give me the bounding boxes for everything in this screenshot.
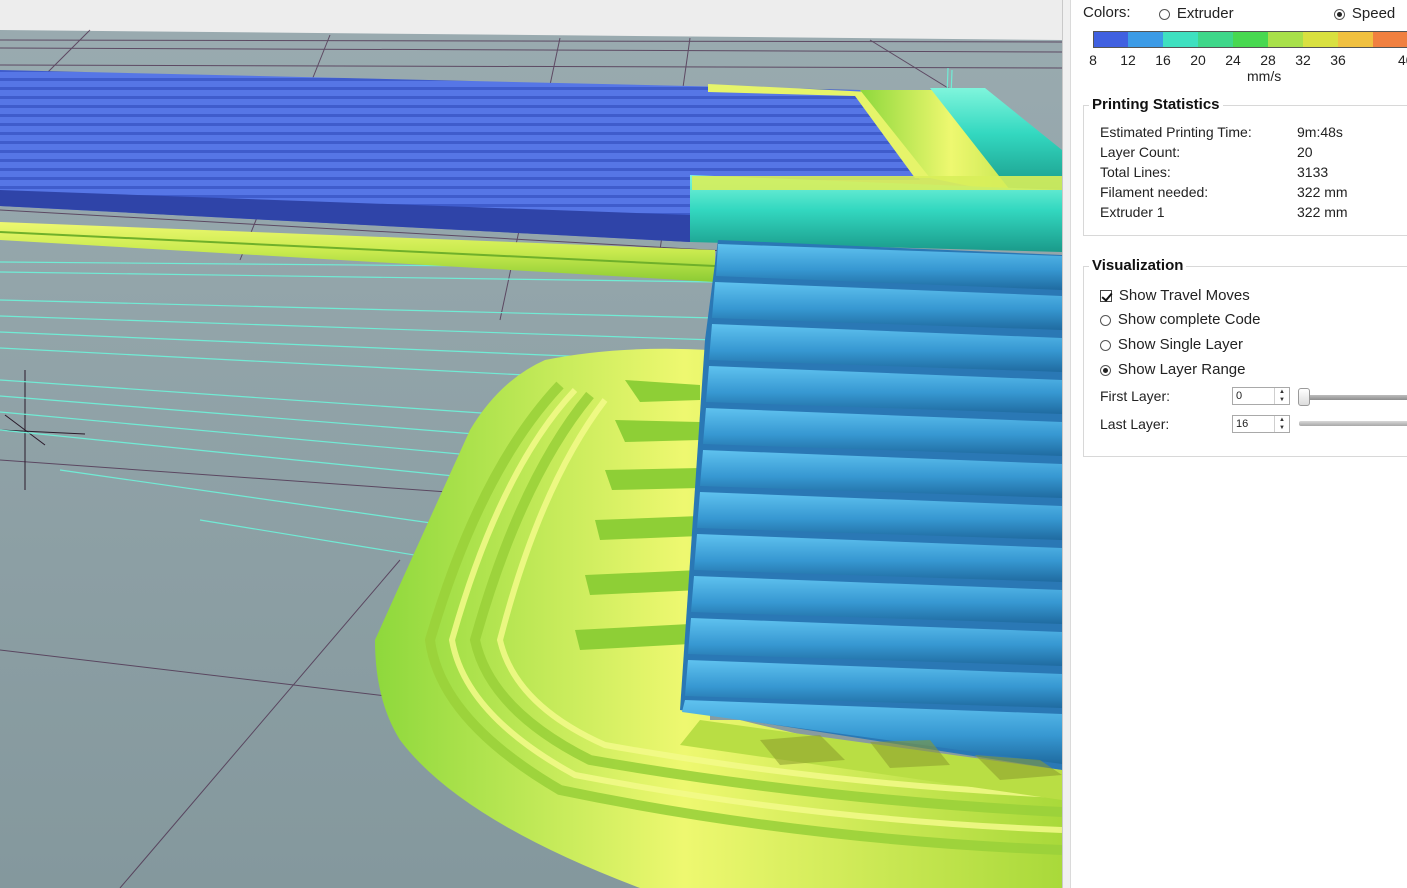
- scale-tick: 8: [1089, 52, 1097, 68]
- stat-label: Layer Count:: [1100, 144, 1181, 160]
- scale-tick: 20: [1190, 52, 1206, 68]
- scale-tick: 16: [1155, 52, 1171, 68]
- stat-label: Total Lines:: [1100, 164, 1171, 180]
- first-layer-slider[interactable]: [1299, 395, 1407, 400]
- show-travel-moves-option[interactable]: Show Travel Moves: [1100, 287, 1250, 304]
- stat-value: 322 mm: [1297, 184, 1348, 200]
- stat-value: 9m:48s: [1297, 124, 1343, 140]
- scale-border: [1093, 31, 1407, 48]
- printing-statistics-title: Printing Statistics: [1089, 96, 1223, 113]
- scale-tick: 36: [1330, 52, 1346, 68]
- scale-tick: 12: [1120, 52, 1136, 68]
- show-single-layer-label: Show Single Layer: [1117, 336, 1243, 353]
- last-layer-slider[interactable]: [1299, 421, 1407, 426]
- gcode-settings-panel: Colors: Extruder Speed 8 12 16 20 24 28 …: [1071, 0, 1407, 888]
- spin-up-icon[interactable]: ▲: [1275, 388, 1289, 396]
- scale-tick: 40: [1398, 52, 1407, 68]
- show-single-layer-option[interactable]: Show Single Layer: [1100, 336, 1243, 353]
- show-complete-code-label: Show complete Code: [1117, 311, 1261, 328]
- show-complete-code-option[interactable]: Show complete Code: [1100, 311, 1260, 328]
- first-layer-value: 0: [1236, 390, 1243, 402]
- scale-tick: 24: [1225, 52, 1241, 68]
- scale-unit: mm/s: [1247, 68, 1282, 84]
- stat-value: 3133: [1297, 164, 1329, 180]
- show-layer-range-radio[interactable]: [1100, 364, 1111, 376]
- show-single-layer-radio[interactable]: [1100, 339, 1111, 351]
- scale-tick: 28: [1260, 52, 1276, 68]
- speed-color-scale: 8 12 16 20 24 28 32 36 40 mm/s: [1071, 0, 1407, 90]
- stat-label: Estimated Printing Time:: [1100, 124, 1252, 140]
- last-layer-spinner[interactable]: 16 ▲ ▼: [1232, 415, 1290, 433]
- show-layer-range-label: Show Layer Range: [1117, 361, 1246, 378]
- last-layer-value: 16: [1236, 418, 1249, 430]
- panel-splitter[interactable]: [1062, 0, 1071, 888]
- last-layer-spin-arrows[interactable]: ▲ ▼: [1274, 416, 1289, 432]
- spin-down-icon[interactable]: ▼: [1275, 396, 1289, 404]
- first-layer-spin-arrows[interactable]: ▲ ▼: [1274, 388, 1289, 404]
- show-layer-range-option[interactable]: Show Layer Range: [1100, 361, 1245, 378]
- stat-label: Extruder 1: [1100, 204, 1165, 220]
- first-layer-slider-thumb[interactable]: [1298, 388, 1310, 406]
- stat-value: 20: [1297, 144, 1313, 160]
- stat-label: Filament needed:: [1100, 184, 1209, 200]
- first-layer-label: First Layer:: [1100, 388, 1171, 404]
- scale-tick: 32: [1295, 52, 1311, 68]
- stat-value: 322 mm: [1297, 204, 1348, 220]
- spin-up-icon[interactable]: ▲: [1275, 416, 1289, 424]
- show-travel-moves-label: Show Travel Moves: [1118, 287, 1250, 304]
- layer-preview-canvas: [0, 0, 1062, 888]
- gcode-3d-viewport[interactable]: [0, 0, 1062, 888]
- last-layer-label: Last Layer:: [1100, 416, 1170, 432]
- first-layer-spinner[interactable]: 0 ▲ ▼: [1232, 387, 1290, 405]
- visualization-title: Visualization: [1089, 257, 1187, 274]
- show-travel-moves-checkbox[interactable]: [1100, 290, 1112, 303]
- show-complete-code-radio[interactable]: [1100, 314, 1111, 326]
- spin-down-icon[interactable]: ▼: [1275, 424, 1289, 432]
